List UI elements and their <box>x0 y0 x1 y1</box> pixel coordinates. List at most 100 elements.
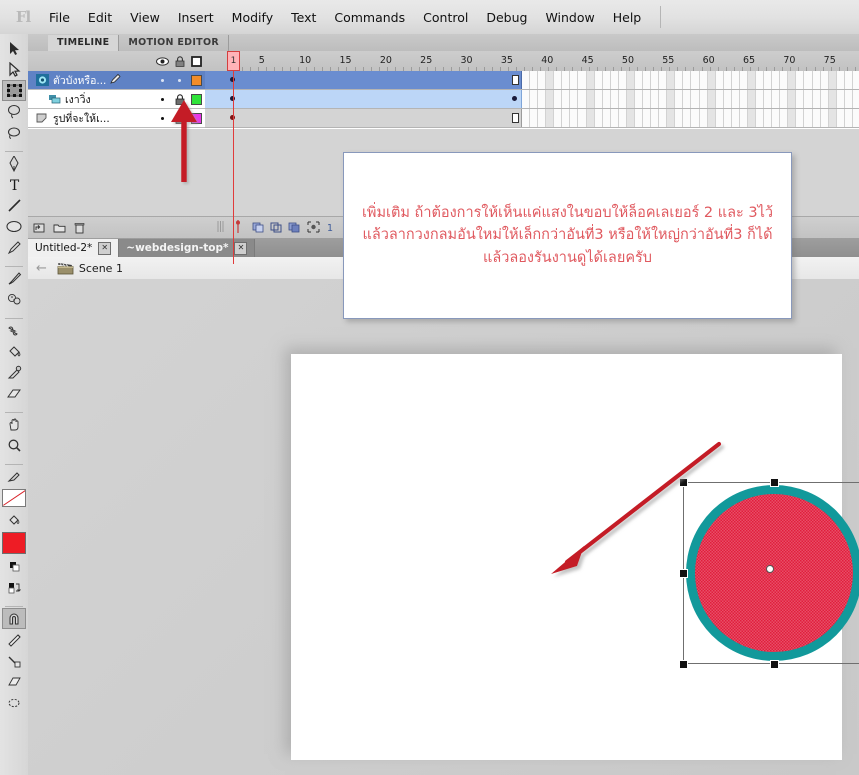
frame-cell[interactable] <box>619 109 627 127</box>
frame-cell[interactable] <box>837 71 845 89</box>
frame-cell[interactable] <box>530 109 538 127</box>
frame-cell[interactable] <box>813 109 821 127</box>
frame-cell[interactable] <box>667 109 675 127</box>
frame-cell[interactable] <box>651 109 659 127</box>
line-tool[interactable] <box>2 195 26 216</box>
frame-cell[interactable] <box>837 90 845 108</box>
frame-cell[interactable] <box>667 90 675 108</box>
snap-to-objects-option[interactable] <box>2 608 26 629</box>
frame-cell[interactable] <box>764 109 772 127</box>
frame-cell[interactable] <box>691 90 699 108</box>
frame-cell[interactable] <box>683 71 691 89</box>
layer-lock-toggle-1[interactable] <box>171 90 188 109</box>
frame-cell[interactable] <box>756 90 764 108</box>
frame-cell[interactable] <box>853 90 859 108</box>
deco-tool[interactable] <box>2 289 26 310</box>
scene-label[interactable]: Scene 1 <box>79 262 123 275</box>
frame-cell[interactable] <box>683 109 691 127</box>
frame-cell[interactable] <box>619 71 627 89</box>
frame-cell[interactable] <box>716 90 724 108</box>
onion-skin-button[interactable] <box>252 221 265 236</box>
frame-cell[interactable] <box>611 71 619 89</box>
fill-color-swatch[interactable] <box>2 532 26 554</box>
zoom-tool[interactable] <box>2 435 26 456</box>
brush-tool[interactable] <box>2 268 26 289</box>
frame-cell[interactable] <box>675 90 683 108</box>
frame-cell[interactable] <box>780 71 788 89</box>
center-frame-button[interactable] <box>233 220 243 237</box>
frame-cell[interactable] <box>683 90 691 108</box>
fill-bucket-icon[interactable] <box>2 509 26 530</box>
frame-cell[interactable] <box>627 71 635 89</box>
frame-cell[interactable] <box>829 109 837 127</box>
frame-cell[interactable] <box>522 71 530 89</box>
close-icon[interactable]: ✕ <box>234 242 247 255</box>
selected-circle[interactable] <box>686 485 859 661</box>
layer-name-1[interactable]: เงาวิ่ง <box>65 91 91 108</box>
frame-cell[interactable] <box>675 109 683 127</box>
frame-cell[interactable] <box>732 109 740 127</box>
frame-cell[interactable] <box>538 109 546 127</box>
frame-cell[interactable] <box>796 109 804 127</box>
free-transform-tool[interactable] <box>2 80 26 101</box>
frame-cell[interactable] <box>554 109 562 127</box>
frame-cell[interactable] <box>578 109 586 127</box>
frame-cell[interactable] <box>780 90 788 108</box>
swap-colors-button[interactable] <box>2 577 26 598</box>
stroke-color-swatch-row[interactable] <box>2 489 26 507</box>
new-folder-button[interactable] <box>51 220 68 237</box>
layer-visibility-toggle-2[interactable] <box>154 109 171 128</box>
frame-cell[interactable] <box>675 71 683 89</box>
frame-cell[interactable] <box>635 71 643 89</box>
scale-option[interactable] <box>2 671 26 692</box>
frame-cell[interactable] <box>667 71 675 89</box>
frame-cell[interactable] <box>740 109 748 127</box>
frame-cell[interactable] <box>643 109 651 127</box>
frame-cell[interactable] <box>813 90 821 108</box>
menu-item-debug[interactable]: Debug <box>477 7 536 28</box>
menu-item-edit[interactable]: Edit <box>79 7 121 28</box>
menu-item-view[interactable]: View <box>121 7 169 28</box>
frame-cell[interactable] <box>804 109 812 127</box>
frame-cell[interactable] <box>804 90 812 108</box>
frame-cell[interactable] <box>821 109 829 127</box>
frame-cell[interactable] <box>635 109 643 127</box>
layer-visibility-toggle-0[interactable] <box>154 71 171 90</box>
frame-cell[interactable] <box>554 90 562 108</box>
frame-cell[interactable] <box>578 90 586 108</box>
menu-item-help[interactable]: Help <box>604 7 651 28</box>
frame-cell[interactable] <box>595 109 603 127</box>
frame-cell[interactable] <box>716 109 724 127</box>
frame-cell[interactable] <box>740 71 748 89</box>
frame-cell[interactable] <box>837 109 845 127</box>
hand-tool[interactable] <box>2 414 26 435</box>
frame-cell[interactable] <box>829 90 837 108</box>
frame-cell[interactable] <box>748 90 756 108</box>
bone-tool[interactable] <box>2 320 26 341</box>
frame-cell[interactable] <box>587 71 595 89</box>
tab-timeline[interactable]: TIMELINE <box>48 35 119 51</box>
frame-cell[interactable] <box>659 71 667 89</box>
frame-cell[interactable] <box>829 71 837 89</box>
frame-cell[interactable] <box>691 71 699 89</box>
back-arrow-icon[interactable]: ← <box>36 261 47 276</box>
frame-cell[interactable] <box>708 109 716 127</box>
new-layer-button[interactable] <box>31 220 48 237</box>
frame-cell[interactable] <box>611 109 619 127</box>
frame-cell[interactable] <box>603 109 611 127</box>
frame-cell[interactable] <box>651 71 659 89</box>
menu-item-insert[interactable]: Insert <box>169 7 223 28</box>
frame-cell[interactable] <box>700 90 708 108</box>
frame-cell[interactable] <box>700 71 708 89</box>
frame-cell[interactable] <box>595 71 603 89</box>
frame-cell[interactable] <box>788 109 796 127</box>
frame-cell[interactable] <box>804 71 812 89</box>
frame-cell[interactable] <box>788 90 796 108</box>
frame-cell[interactable] <box>740 90 748 108</box>
outline-icon[interactable] <box>188 51 205 71</box>
timeline-ruler[interactable]: 5101520253035404550556065707580 <box>205 51 859 71</box>
playhead-marker[interactable]: 1 <box>227 51 240 71</box>
frame-cell[interactable] <box>716 71 724 89</box>
rotate-option[interactable] <box>2 692 26 713</box>
layer-outline-chip-0[interactable] <box>188 71 205 90</box>
